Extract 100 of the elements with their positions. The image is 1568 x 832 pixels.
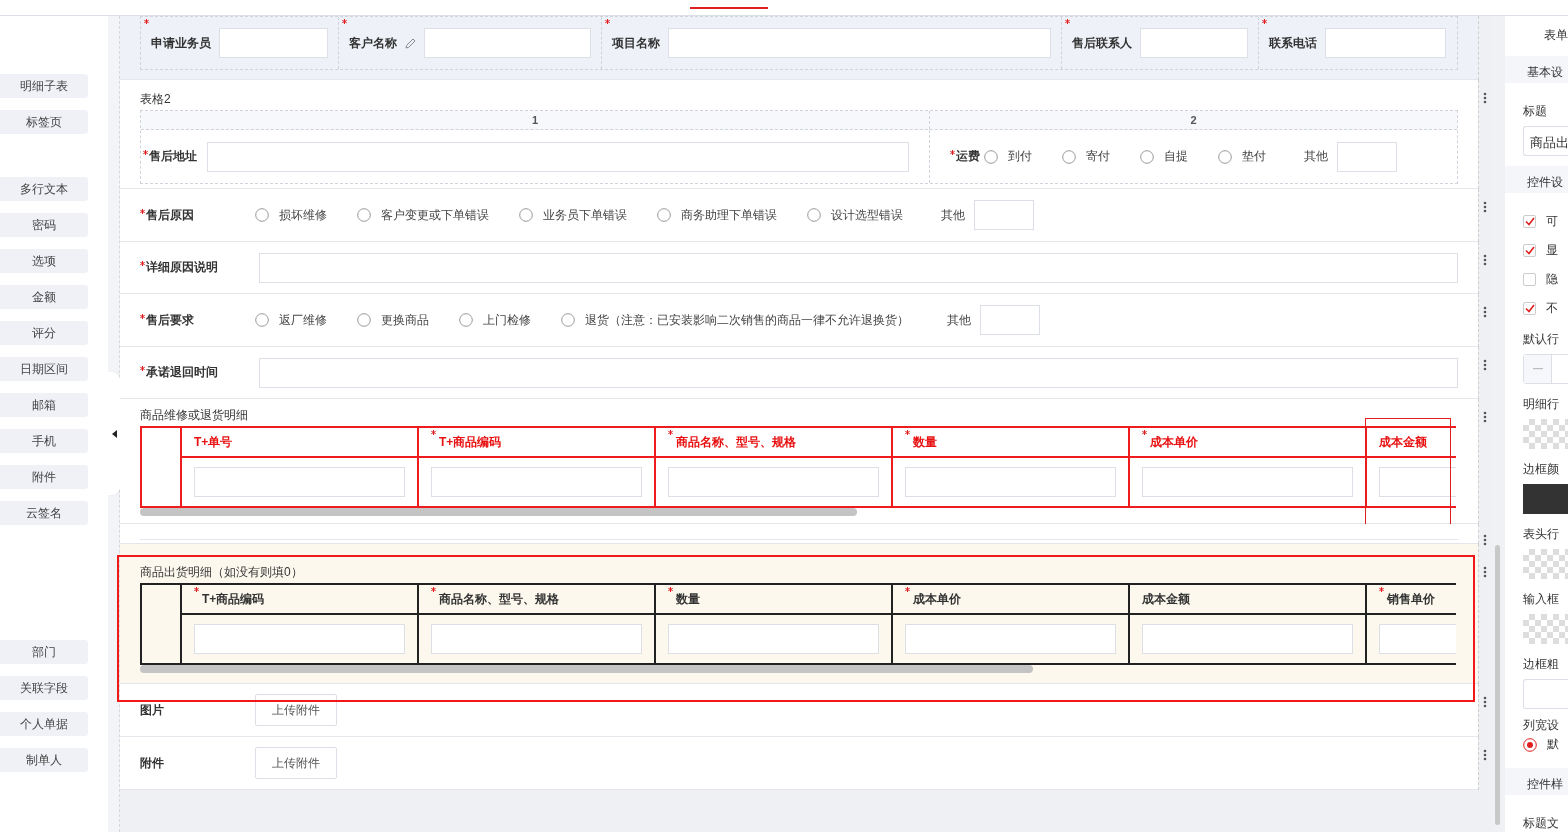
radio-option[interactable]: 到付 [984,148,1032,165]
sidebar-item[interactable]: 附件 [0,465,88,489]
form-section[interactable]: 承诺退回时间 [120,347,1478,399]
more-icon[interactable] [1483,696,1487,708]
sidebar-item[interactable]: 邮箱 [0,393,88,417]
cell-input-field[interactable] [668,624,879,654]
cell-input-field[interactable] [431,624,642,654]
radio-button[interactable] [357,313,371,327]
color-swatch[interactable] [1523,483,1568,514]
upload-button[interactable]: 上传附件 [255,694,337,726]
radio-option[interactable]: 设计选型错误 [807,206,903,224]
radio-button[interactable] [357,208,371,222]
radio-button[interactable] [1523,737,1537,752]
title-input-field[interactable]: 商品出 [1523,125,1568,156]
radio-option[interactable]: 寄付 [1062,148,1110,165]
column-header[interactable]: T+单号 [182,428,419,458]
sidebar-item[interactable]: 日期区间 [0,357,88,381]
text-input-field[interactable] [1325,28,1446,58]
radio-button[interactable] [255,313,269,327]
column-header[interactable]: T+商品编码 [419,428,656,458]
column-header[interactable]: 数量 [893,428,1130,458]
sidebar-item[interactable]: 部门 [0,640,88,664]
radio-button[interactable] [984,149,998,164]
cell-input-field[interactable] [431,467,642,497]
radio-button[interactable] [1218,149,1232,164]
radio-option[interactable]: 自提 [1140,148,1188,165]
radio-option[interactable]: 返厂维修 [255,311,327,329]
checkbox[interactable] [1523,301,1536,315]
radio-button[interactable] [807,208,821,222]
form-section[interactable]: 售后原因 损坏维修 客户变更或下单错误 业务员下单错误 商务助理下单错误 设计选型错误 其他 [120,189,1478,242]
checkbox-option[interactable]: 隐 [1523,264,1568,294]
sidebar-item[interactable]: 关联字段 [0,676,88,700]
horizontal-scrollbar[interactable] [140,508,857,516]
other-input-field[interactable] [1337,141,1397,172]
sidebar-item[interactable]: 金额 [0,285,88,309]
other-input-field[interactable] [974,200,1034,230]
checkbox-option[interactable]: 可 [1523,206,1568,236]
form-section[interactable]: 详细原因说明 [120,242,1478,294]
upload-button[interactable]: 上传附件 [255,747,337,779]
form-section[interactable]: 表格2 1 2 售后地址 运费 到付 寄付 自提 垫付 其他 [120,80,1478,189]
more-icon[interactable] [1483,306,1487,318]
radio-option[interactable]: 默 [1523,733,1568,756]
checkbox[interactable] [1523,272,1536,286]
number-stepper[interactable] [1523,353,1568,384]
caret-left-icon[interactable] [111,429,117,438]
form-section[interactable]: 商品出货明细（如没有则填0） T+商品编码 商品名称、型号、规格 数量 成本单价 成本金额 销售单价 [120,544,1478,684]
radio-button[interactable] [1140,149,1154,164]
radio-option[interactable]: 业务员下单错误 [519,206,627,224]
radio-button[interactable] [459,313,473,327]
column-header[interactable]: 数量 [656,585,893,615]
radio-button[interactable] [1062,149,1076,164]
radio-button[interactable] [657,208,671,222]
horizontal-scrollbar[interactable] [140,665,1033,673]
radio-button[interactable] [561,313,575,327]
text-input-field[interactable] [1140,28,1248,58]
form-section[interactable]: 售后要求 返厂维修 更换商品 上门检修 退货（注意：已安装影响二次销售的商品一律不允许退换货） 其他 [120,294,1478,347]
more-icon[interactable] [1483,359,1487,371]
text-input-field[interactable] [668,28,1051,58]
checkbox-option[interactable]: 不 [1523,293,1568,323]
more-icon[interactable] [1483,411,1487,423]
form-section[interactable] [120,524,1478,544]
more-icon[interactable] [1483,254,1487,266]
vertical-scrollbar[interactable] [1495,545,1500,825]
column-header[interactable]: 成本单价 [893,585,1130,615]
checkbox[interactable] [1523,214,1536,228]
text-input-field[interactable] [207,141,909,172]
radio-option[interactable]: 上门检修 [459,311,531,329]
more-icon[interactable] [1483,201,1487,213]
pencil-icon[interactable] [405,37,416,49]
text-input-field[interactable] [424,28,591,58]
radio-option[interactable]: 损坏维修 [255,206,327,224]
sidebar-item[interactable]: 云签名 [0,501,88,525]
sidebar-item[interactable]: 评分 [0,321,88,345]
form-section[interactable]: 附件 上传附件 [120,737,1478,790]
more-icon[interactable] [1483,534,1487,546]
checkbox-option[interactable]: 显 [1523,235,1568,265]
column-header[interactable]: 成本金额 [1130,585,1367,615]
radio-button[interactable] [255,208,269,222]
minus-icon[interactable] [1532,367,1543,370]
sidebar-item[interactable]: 制单人 [0,748,88,772]
column-header[interactable]: 成本单价 [1130,428,1367,458]
cell-input-field[interactable] [1142,624,1353,654]
radio-option[interactable]: 退货（注意：已安装影响二次销售的商品一律不允许退换货） [561,311,909,329]
cell-input-field[interactable] [905,467,1116,497]
sidebar-item[interactable]: 多行文本 [0,177,88,201]
sidebar-item[interactable]: 个人单据 [0,712,88,736]
form-section[interactable]: 商品维修或退货明细 T+单号 T+商品编码 商品名称、型号、规格 数量 成本单价 成本金额 [120,399,1478,524]
radio-option[interactable]: 更换商品 [357,311,429,329]
text-input-field[interactable] [219,28,328,58]
column-header[interactable]: 商品名称、型号、规格 [656,428,893,458]
radio-option[interactable]: 垫付 [1218,148,1266,165]
radio-button[interactable] [519,208,533,222]
other-input-field[interactable] [980,305,1040,335]
column-header[interactable]: T+商品编码 [182,585,419,615]
more-icon[interactable] [1483,566,1487,578]
text-input-field[interactable] [259,252,1458,283]
more-icon[interactable] [1483,92,1487,104]
cell-input-field[interactable] [194,624,405,654]
sidebar-item[interactable]: 标签页 [0,110,88,134]
more-icon[interactable] [1483,749,1487,761]
